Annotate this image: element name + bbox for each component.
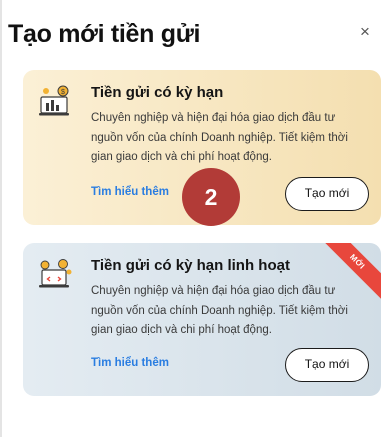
card-title: Tiền gửi có kỳ hạn linh hoạt xyxy=(91,257,290,274)
learn-more-link[interactable]: Tìm hiểu thêm xyxy=(91,186,169,198)
learn-more-link[interactable]: Tìm hiểu thêm xyxy=(91,357,169,369)
create-new-button[interactable]: Tạo mới xyxy=(285,177,369,211)
term-deposit-icon: $ xyxy=(39,85,69,116)
create-new-button[interactable]: Tạo mới xyxy=(285,348,369,382)
dialog-title: Tạo mới tiền gửi xyxy=(8,20,201,48)
card-description: Chuyên nghiệp và hiện đại hóa giao dịch … xyxy=(91,112,348,163)
flexible-deposit-icon xyxy=(39,259,72,288)
flexible-deposit-card[interactable]: MỚI Tiền gửi có kỳ hạn linh hoạt Chuyên … xyxy=(23,243,381,396)
step-badge: 2 xyxy=(182,168,240,226)
card-title: Tiền gửi có kỳ hạn xyxy=(91,84,224,101)
close-icon[interactable]: × xyxy=(355,22,375,42)
svg-text:$: $ xyxy=(61,89,65,96)
card-description: Chuyên nghiệp và hiện đại hóa giao dịch … xyxy=(91,285,348,336)
panel-edge xyxy=(0,0,2,437)
